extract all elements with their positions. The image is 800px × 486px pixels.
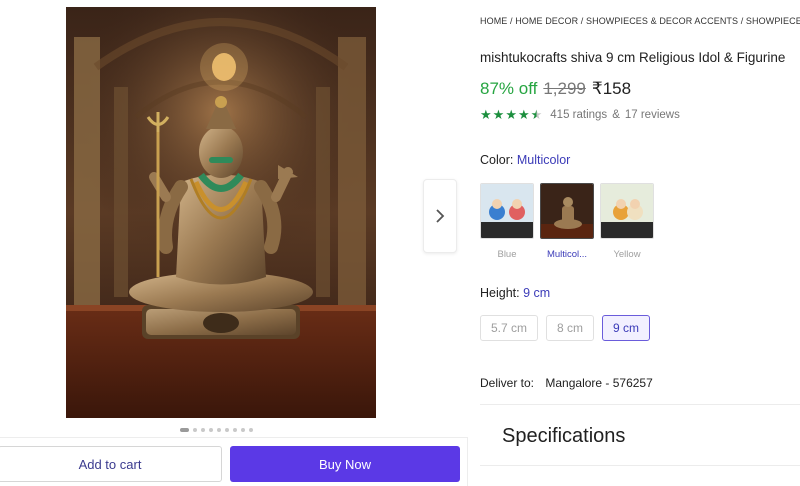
- gallery-dot[interactable]: [193, 428, 197, 432]
- star-icon: ★: [517, 107, 530, 122]
- color-thumb-blue: [480, 183, 534, 239]
- height-label-text: Height:: [480, 286, 520, 300]
- product-main-image[interactable]: [66, 7, 376, 418]
- gallery-dot[interactable]: [225, 428, 229, 432]
- color-option-yellow[interactable]: Yellow: [600, 183, 654, 260]
- star-icon: ★: [492, 107, 505, 122]
- breadcrumb[interactable]: HOME / HOME DECOR / SHOWPIECES & DECOR A…: [480, 16, 800, 26]
- rating-stars: ★ ★ ★ ★ ★: [480, 108, 542, 121]
- color-selected-value: Multicolor: [516, 153, 571, 167]
- gallery-next-button[interactable]: [423, 179, 457, 253]
- action-bar: Add to cart Buy Now: [0, 437, 468, 486]
- height-option-9cm[interactable]: 9 cm: [602, 315, 651, 341]
- color-label: Color: Multicolor: [480, 153, 570, 167]
- height-option-5-7cm[interactable]: 5.7 cm: [480, 315, 539, 341]
- add-to-cart-button[interactable]: Add to cart: [0, 446, 222, 482]
- height-option-8cm[interactable]: 8 cm: [546, 315, 595, 341]
- gallery-dot[interactable]: [180, 428, 189, 432]
- gallery-dot[interactable]: [217, 428, 221, 432]
- color-caption: Yellow: [613, 249, 641, 260]
- gallery-dot[interactable]: [233, 428, 237, 432]
- color-thumb-yellow: [600, 183, 654, 239]
- product-title: mishtukocrafts shiva 9 cm Religious Idol…: [480, 50, 786, 65]
- color-label-text: Color:: [480, 153, 514, 167]
- height-label: Height: 9 cm: [480, 286, 550, 300]
- star-icon: ★: [480, 107, 492, 122]
- star-icon: ★: [530, 107, 543, 122]
- star-icon: ★: [505, 107, 517, 122]
- gallery-dots: [180, 428, 253, 432]
- rating-row[interactable]: ★ ★ ★ ★ ★ 415 ratings & 17 reviews: [480, 108, 680, 121]
- delivery-row[interactable]: Deliver to: Mangalore - 576257: [480, 376, 653, 390]
- ratings-count: 415 ratings: [550, 108, 608, 121]
- buy-now-button[interactable]: Buy Now: [230, 446, 460, 482]
- product-details: HOME / HOME DECOR / SHOWPIECES & DECOR A…: [480, 0, 800, 486]
- gallery-dot[interactable]: [249, 428, 253, 432]
- product-gallery: Add to cart Buy Now: [0, 0, 470, 486]
- reviews-count: 17 reviews: [624, 108, 680, 121]
- color-swatches: Blue Multicol... Yellow: [480, 183, 654, 260]
- height-selected-value: 9 cm: [523, 286, 551, 300]
- specifications-section[interactable]: Specifications: [480, 404, 800, 466]
- original-price: 1,299: [543, 79, 586, 98]
- color-caption: Multicol...: [546, 249, 588, 260]
- ratings-separator: &: [612, 108, 620, 121]
- delivery-location: Mangalore - 576257: [545, 376, 653, 390]
- gallery-dot[interactable]: [241, 428, 245, 432]
- discount-percent: 87% off: [480, 79, 538, 98]
- price-row: 87% off 1,299 ₹158: [480, 79, 631, 99]
- gallery-dot[interactable]: [201, 428, 205, 432]
- gallery-dot[interactable]: [209, 428, 213, 432]
- height-options: 5.7 cm 8 cm 9 cm: [480, 315, 651, 341]
- delivery-label: Deliver to:: [480, 376, 535, 390]
- color-thumb-multicolor: [540, 183, 594, 239]
- selling-price: ₹158: [591, 79, 632, 98]
- color-option-blue[interactable]: Blue: [480, 183, 534, 260]
- specifications-title: Specifications: [502, 425, 626, 447]
- color-caption: Blue: [497, 249, 517, 260]
- color-option-multicolor[interactable]: Multicol...: [540, 183, 594, 260]
- chevron-right-icon: [436, 209, 445, 223]
